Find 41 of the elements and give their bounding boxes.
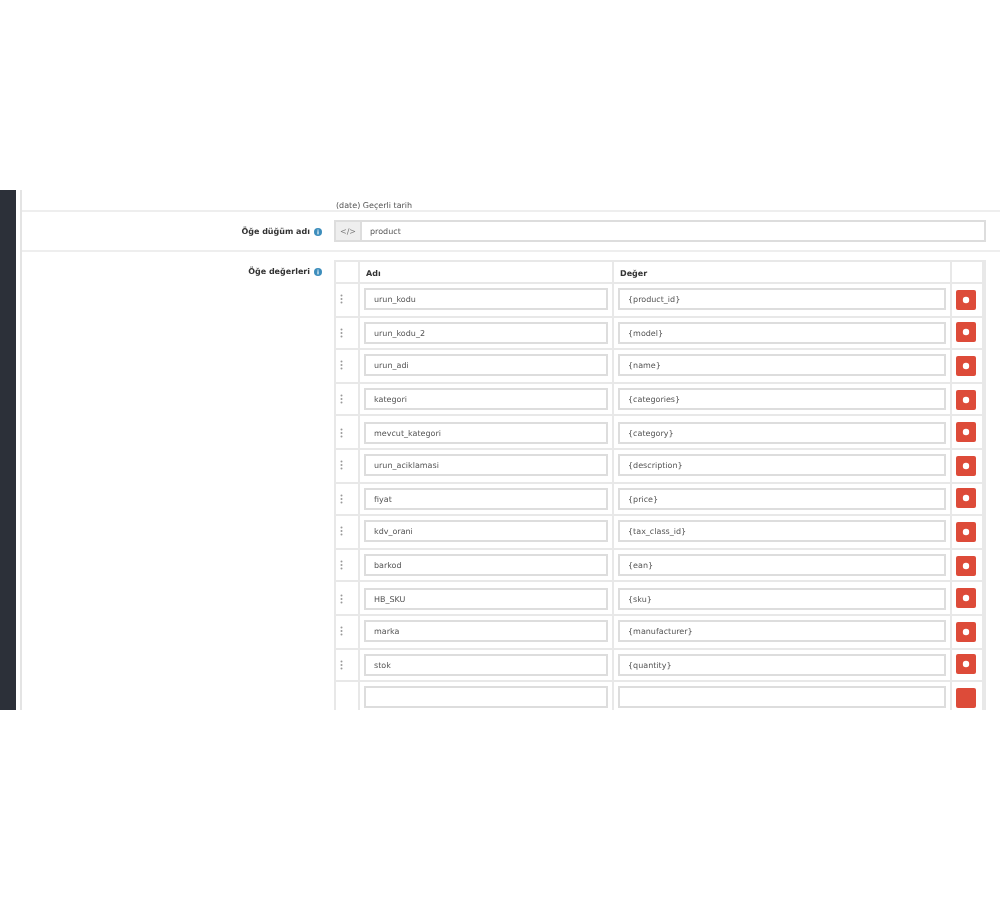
drag-handle-icon[interactable] [340, 626, 343, 637]
circle-icon [962, 660, 970, 669]
circle-icon [962, 594, 970, 603]
info-icon [314, 227, 322, 235]
circle-icon [962, 428, 970, 437]
circle-icon [962, 361, 970, 370]
drag-handle-icon[interactable] [340, 327, 343, 338]
delete-button[interactable] [956, 621, 976, 642]
delete-button[interactable] [956, 555, 976, 576]
drag-handle-icon[interactable] [340, 560, 343, 571]
circle-icon [962, 494, 970, 503]
circle-icon [962, 461, 970, 470]
delete-button[interactable] [956, 355, 976, 376]
circle-icon [962, 395, 970, 404]
circle-icon [962, 527, 970, 536]
drag-handle-icon[interactable] [340, 394, 343, 405]
drag-handle-icon[interactable] [340, 593, 343, 604]
circle-icon [962, 627, 970, 636]
drag-handle-icon[interactable] [340, 460, 343, 471]
circle-icon [962, 328, 970, 337]
circle-icon [962, 295, 970, 304]
input-field[interactable] [364, 686, 608, 709]
circle-icon [962, 561, 970, 570]
drag-handle-icon[interactable] [340, 659, 343, 670]
input-field[interactable] [618, 686, 946, 709]
delete-button[interactable] [956, 521, 976, 542]
delete-button[interactable] [956, 588, 976, 609]
delete-button[interactable] [956, 455, 976, 476]
delete-button[interactable] [956, 422, 976, 443]
drag-handle-icon[interactable] [340, 493, 343, 504]
delete-button[interactable] [956, 389, 976, 410]
info-icon [314, 267, 322, 275]
delete-button[interactable] [956, 322, 976, 343]
delete-button[interactable] [956, 488, 976, 509]
drag-handle-icon[interactable] [340, 360, 343, 371]
drag-handle-icon[interactable] [340, 427, 343, 438]
drag-handle-icon[interactable] [340, 526, 343, 537]
drag-handle-icon[interactable] [340, 294, 343, 305]
delete-button[interactable] [956, 687, 976, 708]
delete-button[interactable] [956, 289, 976, 310]
delete-button[interactable] [956, 654, 976, 675]
